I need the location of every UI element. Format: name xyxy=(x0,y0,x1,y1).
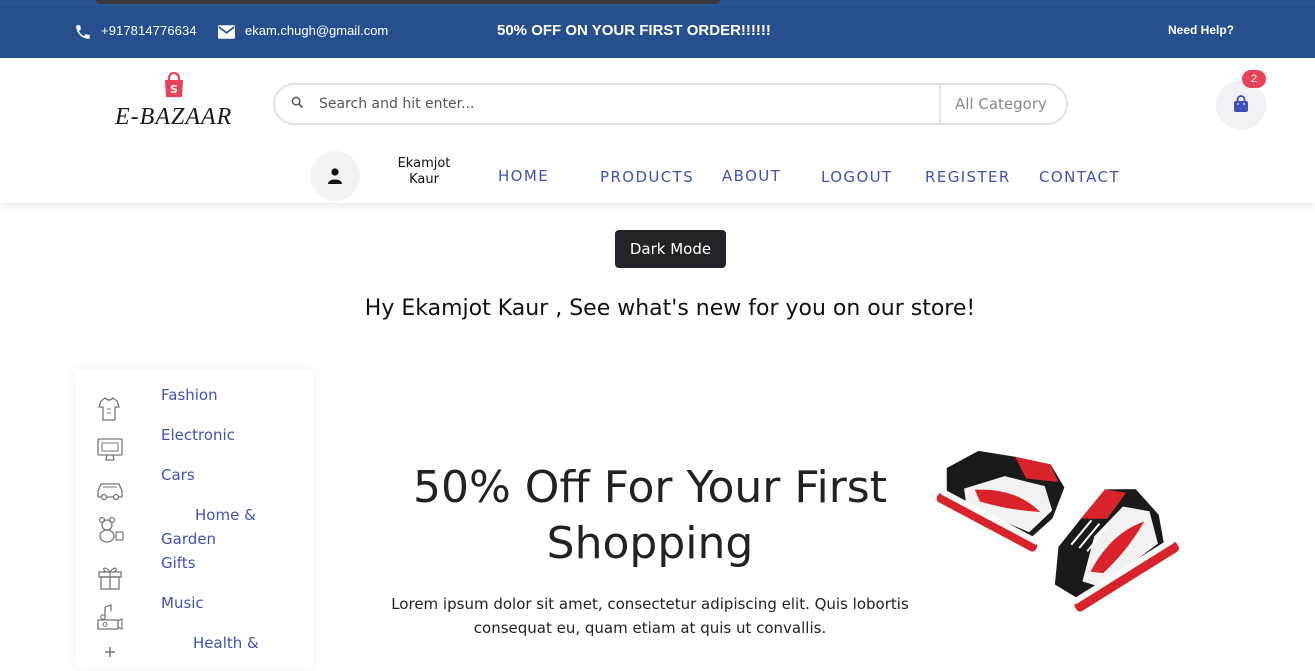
phone-icon xyxy=(76,25,90,39)
dark-mode-button[interactable]: Dark Mode xyxy=(615,230,726,268)
cart-button[interactable]: 2 xyxy=(1216,70,1266,130)
nav-products[interactable]: PRODUCTS xyxy=(600,168,694,186)
electronic-icon xyxy=(97,438,123,461)
tab-strip xyxy=(96,0,720,4)
phone-number[interactable]: +917814776634 xyxy=(101,23,197,38)
search-icon xyxy=(291,96,304,109)
category-label: Gifts xyxy=(161,554,196,572)
category-label-line2: Garden xyxy=(161,530,216,548)
nav-home[interactable]: HOME xyxy=(498,167,549,185)
health-icon xyxy=(105,647,115,657)
greeting-text: Hy Ekamjot Kaur , See what's new for you… xyxy=(364,296,976,321)
svg-text:S: S xyxy=(170,83,178,96)
fashion-icon xyxy=(98,397,120,421)
promo-banner-text: 50% OFF ON YOUR FIRST ORDER!!!!!! xyxy=(497,22,771,39)
search-divider xyxy=(939,85,941,123)
site-logo[interactable]: E-BAZAAR xyxy=(115,104,232,131)
category-label: Music xyxy=(161,594,204,612)
mail-icon xyxy=(218,25,235,39)
search-bar: All Category xyxy=(273,83,1068,125)
user-avatar[interactable] xyxy=(310,151,360,201)
sneakers-image xyxy=(936,450,1179,612)
cart-count-badge: 2 xyxy=(1242,70,1266,88)
email-address[interactable]: ekam.chugh@gmail.com xyxy=(245,23,388,38)
top-contact-bar: +917814776634 ekam.chugh@gmail.com 50% O… xyxy=(0,6,1315,58)
hero-title: 50% Off For Your First Shopping xyxy=(413,462,887,569)
site-header: S E-BAZAAR All Category 2 Ekamjot Kaur H… xyxy=(0,58,1315,203)
category-label: Home & xyxy=(195,506,256,524)
category-label: Health & xyxy=(193,634,259,652)
nav-about[interactable]: ABOUT xyxy=(722,167,781,185)
hero-description: Lorem ipsum dolor sit amet, consectetur … xyxy=(391,595,909,637)
user-name: Ekamjot Kaur xyxy=(397,156,451,187)
nav-logout[interactable]: LOGOUT xyxy=(821,168,893,186)
need-help-link[interactable]: Need Help? xyxy=(1168,23,1234,37)
category-label: Fashion xyxy=(161,386,218,404)
car-icon xyxy=(97,483,123,501)
category-sidebar: Fashion Electronic Cars Home & Garden Gi… xyxy=(75,369,314,669)
teddy-icon xyxy=(98,516,124,543)
category-label: Cars xyxy=(161,466,195,484)
user-icon xyxy=(328,168,342,184)
bag-icon xyxy=(1234,95,1248,112)
shopping-bag-logo-icon[interactable]: S xyxy=(162,72,186,98)
gift-icon xyxy=(98,567,122,590)
music-icon xyxy=(97,604,123,630)
nav-contact[interactable]: CONTACT xyxy=(1039,168,1120,186)
category-select[interactable]: All Category xyxy=(955,95,1047,113)
category-label: Electronic xyxy=(161,426,235,444)
nav-register[interactable]: REGISTER xyxy=(925,168,1011,186)
search-input[interactable] xyxy=(319,92,919,116)
